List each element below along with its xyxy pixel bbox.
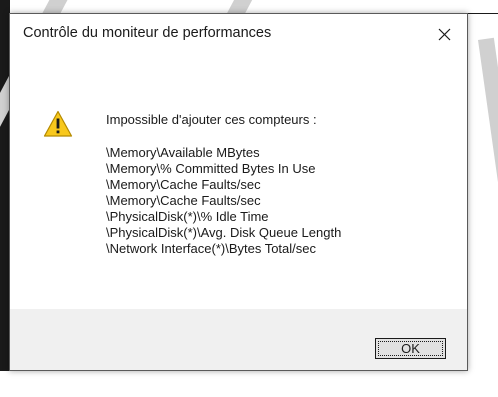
warning-icon [43, 110, 73, 137]
ok-button[interactable]: OK [375, 338, 446, 359]
dialog-content: Impossible d'ajouter ces compteurs : \Me… [10, 54, 467, 309]
counter-item: \Memory\Cache Faults/sec [106, 193, 261, 208]
dialog-footer: OK [10, 309, 467, 370]
dialog-titlebar[interactable]: Contrôle du moniteur de performances [10, 14, 467, 54]
counter-item: \Memory\% Committed Bytes In Use [106, 161, 316, 176]
dialog-title: Contrôle du moniteur de performances [23, 25, 272, 41]
close-button[interactable] [421, 14, 467, 54]
counter-item: \Memory\Available MBytes [106, 145, 260, 160]
counter-item: \PhysicalDisk(*)\% Idle Time [106, 209, 269, 224]
counter-item: \Memory\Cache Faults/sec [106, 177, 261, 192]
background-stripe [478, 37, 498, 397]
counter-list: \Memory\Available MBytes \Memory\% Commi… [106, 145, 341, 257]
counter-item: \PhysicalDisk(*)\Avg. Disk Queue Length [106, 225, 342, 240]
close-icon [438, 28, 450, 40]
counter-item: \Network Interface(*)\Bytes Total/sec [106, 241, 317, 256]
error-message: Impossible d'ajouter ces compteurs : \Me… [106, 112, 341, 257]
performance-monitor-dialog: Contrôle du moniteur de performances Imp… [9, 13, 468, 371]
message-heading: Impossible d'ajouter ces compteurs : [106, 112, 317, 127]
